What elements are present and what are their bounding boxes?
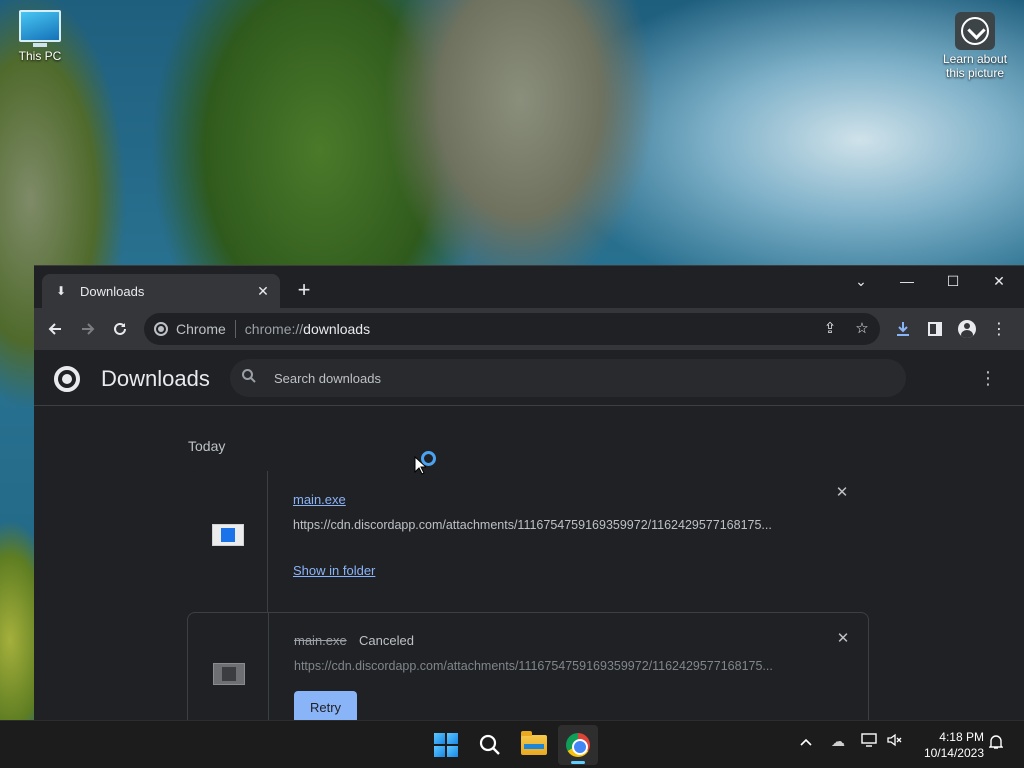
url-host: downloads <box>303 321 371 337</box>
learn-about-picture-label: Learn about this picture <box>942 52 1008 80</box>
browser-toolbar: Chrome chrome:// downloads ⇪ ☆ ⋮ <box>34 308 1024 350</box>
side-panel-icon[interactable] <box>920 314 950 344</box>
tab-title: Downloads <box>80 283 145 299</box>
page-title: Downloads <box>101 366 210 391</box>
chrome-window: ⬇ Downloads ✕ + ⌄ — ☐ ✕ Chrome chrome://… <box>34 265 1024 720</box>
forward-icon[interactable] <box>73 314 103 344</box>
search-icon[interactable] <box>470 725 510 765</box>
file-name: main.exe <box>294 633 347 648</box>
search-input[interactable] <box>274 370 874 386</box>
download-status: Canceled <box>359 633 414 648</box>
source-url-link[interactable]: https://cdn.discordapp.com/attachments/1… <box>293 518 772 532</box>
network-icon[interactable] <box>858 733 880 750</box>
profile-icon[interactable] <box>952 314 982 344</box>
download-item: main.exe Canceled ✕ https://cdn.discorda… <box>187 612 869 720</box>
this-pc-label: This PC <box>18 49 62 63</box>
share-icon[interactable]: ⇪ <box>820 319 840 339</box>
address-bar[interactable]: Chrome chrome:// downloads ⇪ ☆ <box>144 313 880 345</box>
download-icon[interactable] <box>888 314 918 344</box>
close-window-button[interactable]: ✕ <box>976 266 1022 296</box>
site-chip-label: Chrome <box>176 321 226 337</box>
tab-close-icon[interactable]: ✕ <box>254 282 272 300</box>
remove-item-icon[interactable]: ✕ <box>832 483 852 503</box>
search-downloads-box[interactable] <box>230 359 906 397</box>
volume-muted-icon[interactable] <box>884 733 906 750</box>
back-icon[interactable] <box>40 314 70 344</box>
clock-date: 10/14/2023 <box>923 746 984 760</box>
file-explorer-icon[interactable] <box>514 725 554 765</box>
exe-file-icon <box>213 663 245 685</box>
camera-icon <box>955 12 995 50</box>
site-chip[interactable]: Chrome <box>154 321 226 337</box>
source-url: https://cdn.discordapp.com/attachments/1… <box>294 659 773 673</box>
url-scheme: chrome:// <box>244 321 304 337</box>
downloads-header: Downloads ⋮ <box>34 350 1024 406</box>
reload-icon[interactable] <box>105 314 135 344</box>
this-pc-desktop-icon[interactable]: This PC <box>12 10 68 63</box>
clock-time: 4:18 PM <box>939 730 984 744</box>
notification-bell-icon[interactable] <box>986 734 1006 754</box>
maximize-button[interactable]: ☐ <box>930 266 976 296</box>
loading-spinner-icon <box>421 451 436 466</box>
learn-about-picture-desktop-icon[interactable]: Learn about this picture <box>936 12 1014 80</box>
chrome-logo-icon <box>154 322 168 336</box>
tab-search-button[interactable]: ⌄ <box>838 266 884 296</box>
file-name-link[interactable]: main.exe <box>293 492 346 507</box>
taskbar: ☁ 4:18 PM 10/14/2023 <box>0 720 1024 768</box>
minimize-button[interactable]: — <box>884 266 930 296</box>
remove-item-icon[interactable]: ✕ <box>833 629 853 649</box>
search-icon <box>242 369 262 387</box>
retry-button[interactable]: Retry <box>294 691 357 720</box>
download-item: main.exe ✕ https://cdn.discordapp.com/at… <box>187 471 869 613</box>
chrome-icon[interactable] <box>558 725 598 765</box>
tab-downloads[interactable]: ⬇ Downloads ✕ <box>42 274 280 308</box>
chrome-logo-icon <box>54 366 80 392</box>
show-in-folder-link[interactable]: Show in folder <box>293 563 375 578</box>
tab-strip: ⬇ Downloads ✕ + ⌄ — ☐ ✕ <box>34 266 1024 308</box>
chevron-up-icon[interactable] <box>795 733 817 749</box>
system-clock[interactable]: 4:18 PM 10/14/2023 <box>914 729 984 761</box>
exe-file-icon <box>212 524 244 546</box>
start-icon[interactable] <box>426 725 466 765</box>
star-icon[interactable]: ☆ <box>852 319 872 339</box>
monitor-icon <box>19 10 61 42</box>
downloads-page: Downloads ⋮ Today main.exe ✕ https://cdn… <box>34 350 1024 720</box>
menu-icon[interactable]: ⋮ <box>984 314 1014 344</box>
more-actions-icon[interactable]: ⋮ <box>978 368 998 388</box>
onedrive-cloud-icon[interactable]: ☁ <box>827 733 849 750</box>
download-icon: ⬇ <box>56 284 67 298</box>
date-section-label: Today <box>188 438 226 454</box>
new-tab-button[interactable]: + <box>292 279 316 303</box>
